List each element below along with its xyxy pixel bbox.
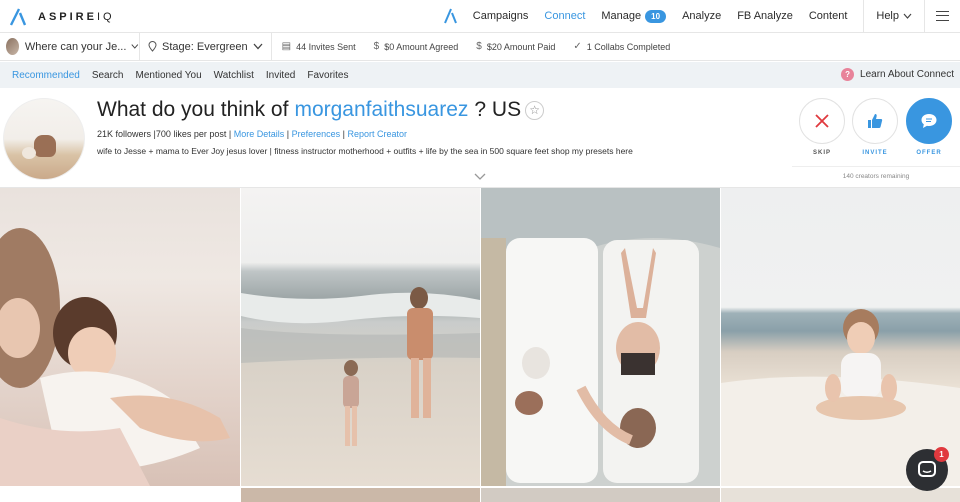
photo-beach-walk[interactable] bbox=[241, 188, 480, 486]
photo-row-next-1[interactable] bbox=[0, 488, 240, 502]
title-prefix: What do you think of bbox=[97, 98, 289, 121]
tab-watchlist[interactable]: Watchlist bbox=[214, 70, 254, 81]
project-filter-bar: Where can your Je... Stage: Evergreen ▤ 4… bbox=[0, 32, 960, 61]
skip-label: SKIP bbox=[812, 150, 831, 156]
logo-mark-icon bbox=[9, 8, 27, 26]
learn-about-connect-link[interactable]: ? Learn About Connect bbox=[841, 68, 954, 81]
avatar-figure bbox=[34, 135, 56, 157]
chevron-down-icon bbox=[903, 13, 912, 19]
dollar-icon: $ bbox=[476, 41, 482, 52]
dollar-icon: $ bbox=[373, 41, 380, 52]
creator-country: ? US bbox=[474, 98, 522, 121]
creator-photo-grid bbox=[0, 188, 960, 502]
nav-content[interactable]: Content bbox=[809, 10, 848, 22]
logo-text: ASPIREIQ bbox=[38, 11, 115, 23]
photo-row-next-2[interactable] bbox=[241, 488, 480, 502]
top-navigation: ASPIREIQ Campaigns Connect Manage 10 Anal… bbox=[0, 0, 960, 33]
nav-right: Campaigns Connect Manage 10 Analyze FB An… bbox=[443, 0, 960, 32]
amount-agreed-stat: $ $0 Amount Agreed bbox=[373, 41, 459, 52]
photo-illustration bbox=[241, 287, 480, 446]
chevron-down-icon bbox=[131, 44, 139, 49]
favorite-star-button[interactable]: ☆ bbox=[525, 100, 545, 120]
chat-bubble-icon bbox=[921, 114, 937, 128]
chat-icon bbox=[918, 461, 936, 477]
tab-search[interactable]: Search bbox=[92, 70, 124, 81]
tab-recommended[interactable]: Recommended bbox=[12, 70, 80, 81]
photo-pool-loungers[interactable] bbox=[481, 188, 720, 486]
creator-avatar[interactable] bbox=[3, 98, 85, 180]
photo-girl-beach-blanket[interactable] bbox=[721, 188, 960, 486]
creator-bio: wife to Jesse + mama to Ever Joy jesus l… bbox=[97, 146, 633, 156]
tab-favorites[interactable]: Favorites bbox=[307, 70, 348, 81]
photo-illustration bbox=[721, 309, 960, 486]
creator-handle-link[interactable]: morganfaithsuarez bbox=[294, 98, 468, 122]
creator-profile-header: What do you think of morganfaithsuarez ?… bbox=[0, 88, 960, 188]
followers-count: 21K followers bbox=[97, 129, 152, 139]
aspireiq-logo[interactable]: ASPIREIQ bbox=[8, 7, 115, 27]
report-creator-link[interactable]: Report Creator bbox=[348, 129, 408, 139]
expand-chevron-icon[interactable] bbox=[474, 170, 486, 182]
connect-tabs: Recommended Search Mentioned You Watchli… bbox=[0, 62, 960, 88]
project-avatar bbox=[6, 38, 19, 55]
help-question-icon: ? bbox=[841, 68, 855, 81]
likes-per-post: 700 likes per post bbox=[155, 129, 227, 139]
tab-mentioned-you[interactable]: Mentioned You bbox=[136, 70, 202, 81]
photo-illustration bbox=[481, 188, 720, 486]
close-icon bbox=[815, 114, 829, 128]
photo-illustration bbox=[0, 228, 230, 486]
invites-sent-stat: ▤ 44 Invites Sent bbox=[281, 41, 356, 52]
invite-button[interactable] bbox=[852, 98, 898, 144]
chevron-down-icon bbox=[253, 43, 263, 50]
project-selector[interactable]: Where can your Je... bbox=[0, 32, 140, 61]
chat-notification-badge: 1 bbox=[934, 447, 949, 462]
check-icon: ✓ bbox=[573, 41, 582, 52]
hamburger-icon bbox=[936, 11, 949, 21]
help-menu[interactable]: Help bbox=[863, 0, 924, 32]
photo-row-next-3[interactable] bbox=[481, 488, 720, 502]
amount-paid-stat: $ $20 Amount Paid bbox=[476, 41, 556, 52]
brand-mark-icon bbox=[443, 8, 457, 24]
hamburger-menu-button[interactable] bbox=[924, 0, 960, 32]
skip-button[interactable] bbox=[799, 98, 845, 144]
preferences-link[interactable]: Preferences bbox=[292, 129, 341, 139]
creator-actions: SKIP INVITE OFFER 140 creators remaining bbox=[792, 88, 960, 187]
location-pin-icon bbox=[148, 41, 157, 52]
more-details-link[interactable]: More Details bbox=[234, 129, 285, 139]
offer-label: OFFER bbox=[916, 150, 942, 156]
creators-remaining: 140 creators remaining bbox=[792, 166, 960, 180]
thumbs-up-icon bbox=[868, 114, 883, 128]
photo-mother-child-bed[interactable] bbox=[0, 188, 240, 486]
nav-campaigns[interactable]: Campaigns bbox=[473, 10, 529, 22]
nav-analyze[interactable]: Analyze bbox=[682, 10, 721, 22]
tab-invited[interactable]: Invited bbox=[266, 70, 295, 81]
nav-connect[interactable]: Connect bbox=[544, 10, 585, 22]
offer-button[interactable] bbox=[906, 98, 952, 144]
invite-label: INVITE bbox=[862, 150, 888, 156]
creator-stats: 21K followers |700 likes per post | More… bbox=[97, 129, 408, 139]
project-name: Where can your Je... bbox=[24, 40, 127, 53]
document-icon: ▤ bbox=[281, 41, 292, 52]
stage-selector[interactable]: Stage: Evergreen bbox=[140, 32, 272, 61]
profile-title: What do you think of morganfaithsuarez ?… bbox=[97, 98, 545, 122]
nav-manage[interactable]: Manage 10 bbox=[601, 9, 667, 23]
avatar-child-figure bbox=[22, 147, 36, 159]
stage-label: Stage: Evergreen bbox=[162, 40, 248, 53]
nav-fb-analyze[interactable]: FB Analyze bbox=[737, 10, 793, 22]
collabs-completed-stat: ✓ 1 Collabs Completed bbox=[573, 41, 671, 52]
manage-count-badge: 10 bbox=[645, 9, 667, 23]
